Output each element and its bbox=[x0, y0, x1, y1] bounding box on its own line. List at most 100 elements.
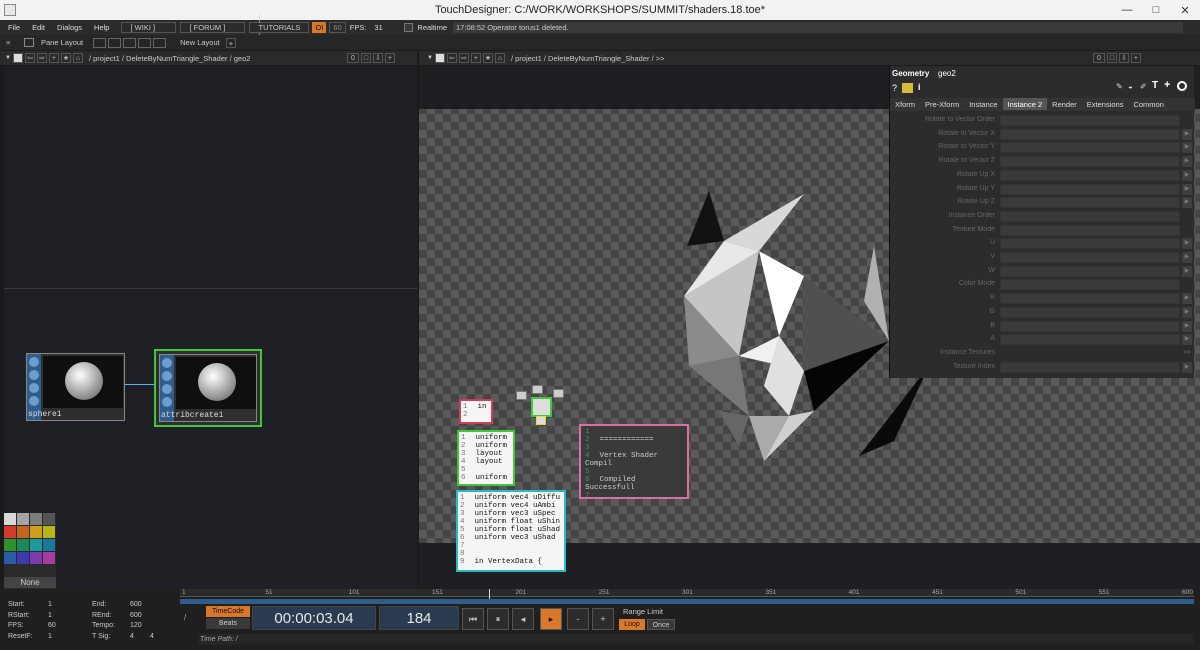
layout-preset-1[interactable] bbox=[93, 37, 107, 48]
swatch[interactable] bbox=[17, 526, 29, 538]
help-icon[interactable]: ? bbox=[892, 83, 897, 93]
tab-instance[interactable]: Instance bbox=[964, 98, 1002, 110]
param-arrow-icon[interactable]: ▶ bbox=[1182, 197, 1192, 209]
add-param-icon[interactable]: + bbox=[1164, 79, 1170, 91]
swatch[interactable] bbox=[4, 526, 16, 538]
tab-extensions[interactable]: Extensions bbox=[1082, 98, 1129, 110]
time-path[interactable]: Time Path: / bbox=[198, 634, 1194, 645]
tab-pre-xform[interactable]: Pre-Xform bbox=[920, 98, 964, 110]
network-path[interactable]: / project1 / DeleteByNumTriangle_Shader … bbox=[511, 54, 1091, 63]
stat-value[interactable]: 120 bbox=[130, 622, 142, 629]
network-editor-left[interactable]: sphere1 attribcreate1 bbox=[4, 66, 417, 589]
swatch[interactable] bbox=[30, 513, 42, 525]
param-field[interactable] bbox=[1000, 252, 1180, 263]
param-field[interactable] bbox=[1000, 197, 1180, 209]
wrench-icon[interactable]: ✐ bbox=[1140, 82, 1147, 91]
pane-max-icon[interactable]: □ bbox=[360, 53, 371, 63]
add-layout-button[interactable]: + bbox=[225, 37, 237, 48]
network-path[interactable]: / project1 / DeleteByNumTriangle_Shader … bbox=[89, 54, 347, 63]
layout-preset-4[interactable] bbox=[138, 37, 152, 48]
param-arrow-icon[interactable]: ▶ bbox=[1182, 265, 1192, 277]
swatch[interactable] bbox=[30, 539, 42, 551]
info-icon[interactable]: i bbox=[918, 82, 921, 92]
pane-down-icon[interactable]: ⇩ bbox=[372, 53, 383, 63]
beats-button[interactable]: Beats bbox=[206, 618, 250, 629]
playhead[interactable] bbox=[489, 589, 490, 599]
node-sphere[interactable]: sphere1 bbox=[26, 353, 125, 421]
node-name[interactable]: sphere1 bbox=[28, 410, 62, 419]
param-field[interactable] bbox=[1000, 334, 1180, 346]
step-back-icon[interactable]: ◂ bbox=[512, 608, 534, 630]
stat-value[interactable]: 4 bbox=[130, 633, 134, 640]
back-icon[interactable]: ⇦ bbox=[24, 53, 35, 63]
comment-icon[interactable]: ◒ bbox=[1128, 82, 1133, 91]
stat-value[interactable]: 4 bbox=[150, 633, 154, 640]
param-field[interactable] bbox=[1000, 156, 1180, 168]
param-arrow-icon[interactable]: ▶ bbox=[1182, 183, 1192, 195]
param-arrow-icon[interactable]: ▶ bbox=[1182, 361, 1192, 373]
param-arrow-icon[interactable]: ▶ bbox=[1182, 252, 1192, 263]
tab-instance-2[interactable]: Instance 2 bbox=[1002, 98, 1048, 110]
op-name[interactable]: geo2 bbox=[938, 69, 956, 78]
home-icon[interactable]: ⌂ bbox=[72, 53, 83, 63]
param-field[interactable] bbox=[1000, 361, 1180, 373]
split-icon[interactable] bbox=[24, 38, 34, 47]
text-icon[interactable]: T bbox=[1152, 80, 1158, 91]
info-dat-pink[interactable]: 1 2 ============ 3 4 Vertex Shader Compi… bbox=[579, 424, 689, 499]
edit-icon[interactable]: ✎ bbox=[1116, 82, 1123, 91]
op-mini-node-selected[interactable] bbox=[536, 416, 546, 425]
stop-icon[interactable] bbox=[12, 53, 23, 63]
menu-edit[interactable]: Edit bbox=[32, 23, 45, 32]
frame-display[interactable]: 184 bbox=[379, 606, 459, 630]
forum-link[interactable]: [ FORUM ] bbox=[180, 22, 246, 33]
forward-icon[interactable]: ⇨ bbox=[36, 53, 47, 63]
swatch[interactable] bbox=[43, 552, 55, 564]
param-menu[interactable] bbox=[1000, 279, 1180, 291]
param-arrow-icon[interactable]: ▶ bbox=[1182, 169, 1192, 181]
tab-common[interactable]: Common bbox=[1128, 98, 1168, 110]
forward-icon[interactable]: ⇨ bbox=[458, 53, 469, 63]
param-menu[interactable] bbox=[1000, 115, 1180, 126]
stop-icon[interactable] bbox=[434, 53, 445, 63]
param-field[interactable] bbox=[1000, 142, 1180, 154]
rewind-icon[interactable]: ⏮ bbox=[462, 608, 484, 630]
palette-none-button[interactable]: None bbox=[4, 577, 56, 588]
stat-value[interactable]: 1 bbox=[48, 633, 52, 640]
stat-value[interactable]: 600 bbox=[130, 612, 142, 619]
star-icon[interactable]: ★ bbox=[482, 53, 493, 63]
step-minus-icon[interactable]: - bbox=[567, 608, 589, 630]
glsl-text-dat-red[interactable]: 1 in 2 bbox=[459, 399, 493, 424]
pane-menu-icon[interactable]: ▼ bbox=[427, 55, 433, 61]
tutorials-link[interactable]: [ TUTORIALS ] bbox=[249, 14, 310, 41]
layout-preset-5[interactable] bbox=[153, 37, 167, 48]
layout-preset-3[interactable] bbox=[123, 37, 137, 48]
realtime-checkbox[interactable] bbox=[404, 23, 414, 32]
minimize-icon[interactable]: — bbox=[1112, 0, 1142, 20]
time-scrollbar[interactable] bbox=[180, 599, 1194, 604]
menu-dialogs[interactable]: Dialogs bbox=[57, 23, 82, 32]
stat-value[interactable]: 1 bbox=[48, 612, 52, 619]
param-arrow-icon[interactable]: ▶ bbox=[1182, 142, 1192, 154]
python-icon[interactable] bbox=[902, 83, 913, 93]
swatch[interactable] bbox=[43, 539, 55, 551]
pane-layout-button[interactable]: Pane Layout bbox=[37, 37, 87, 48]
fps-target[interactable]: 60 bbox=[329, 22, 346, 33]
new-layout-button[interactable]: New Layout bbox=[176, 37, 224, 48]
time-ruler[interactable]: 1 51 101 151 201 251 301 351 401 451 501 551 600 bbox=[180, 589, 1194, 597]
node-name[interactable]: attribcreate1 bbox=[161, 411, 223, 420]
menu-toggle-icon[interactable]: ≡ bbox=[6, 38, 16, 47]
menu-help[interactable]: Help bbox=[94, 23, 109, 32]
swatch[interactable] bbox=[4, 552, 16, 564]
target-icon[interactable] bbox=[1177, 81, 1187, 91]
stat-value[interactable]: 1 bbox=[48, 601, 52, 608]
swatch[interactable] bbox=[30, 552, 42, 564]
tab-xform[interactable]: Xform bbox=[890, 98, 920, 110]
swatch[interactable] bbox=[17, 539, 29, 551]
param-field[interactable] bbox=[1000, 293, 1180, 305]
param-arrow-icon[interactable]: ▶ bbox=[1182, 156, 1192, 168]
pane-menu-icon[interactable]: ▼ bbox=[5, 55, 11, 61]
op-mini-node[interactable] bbox=[532, 385, 543, 394]
op-mini-node[interactable] bbox=[553, 389, 564, 398]
param-expand-icon[interactable]: >> bbox=[1182, 348, 1192, 359]
param-arrow-icon[interactable]: ▶ bbox=[1182, 306, 1192, 318]
